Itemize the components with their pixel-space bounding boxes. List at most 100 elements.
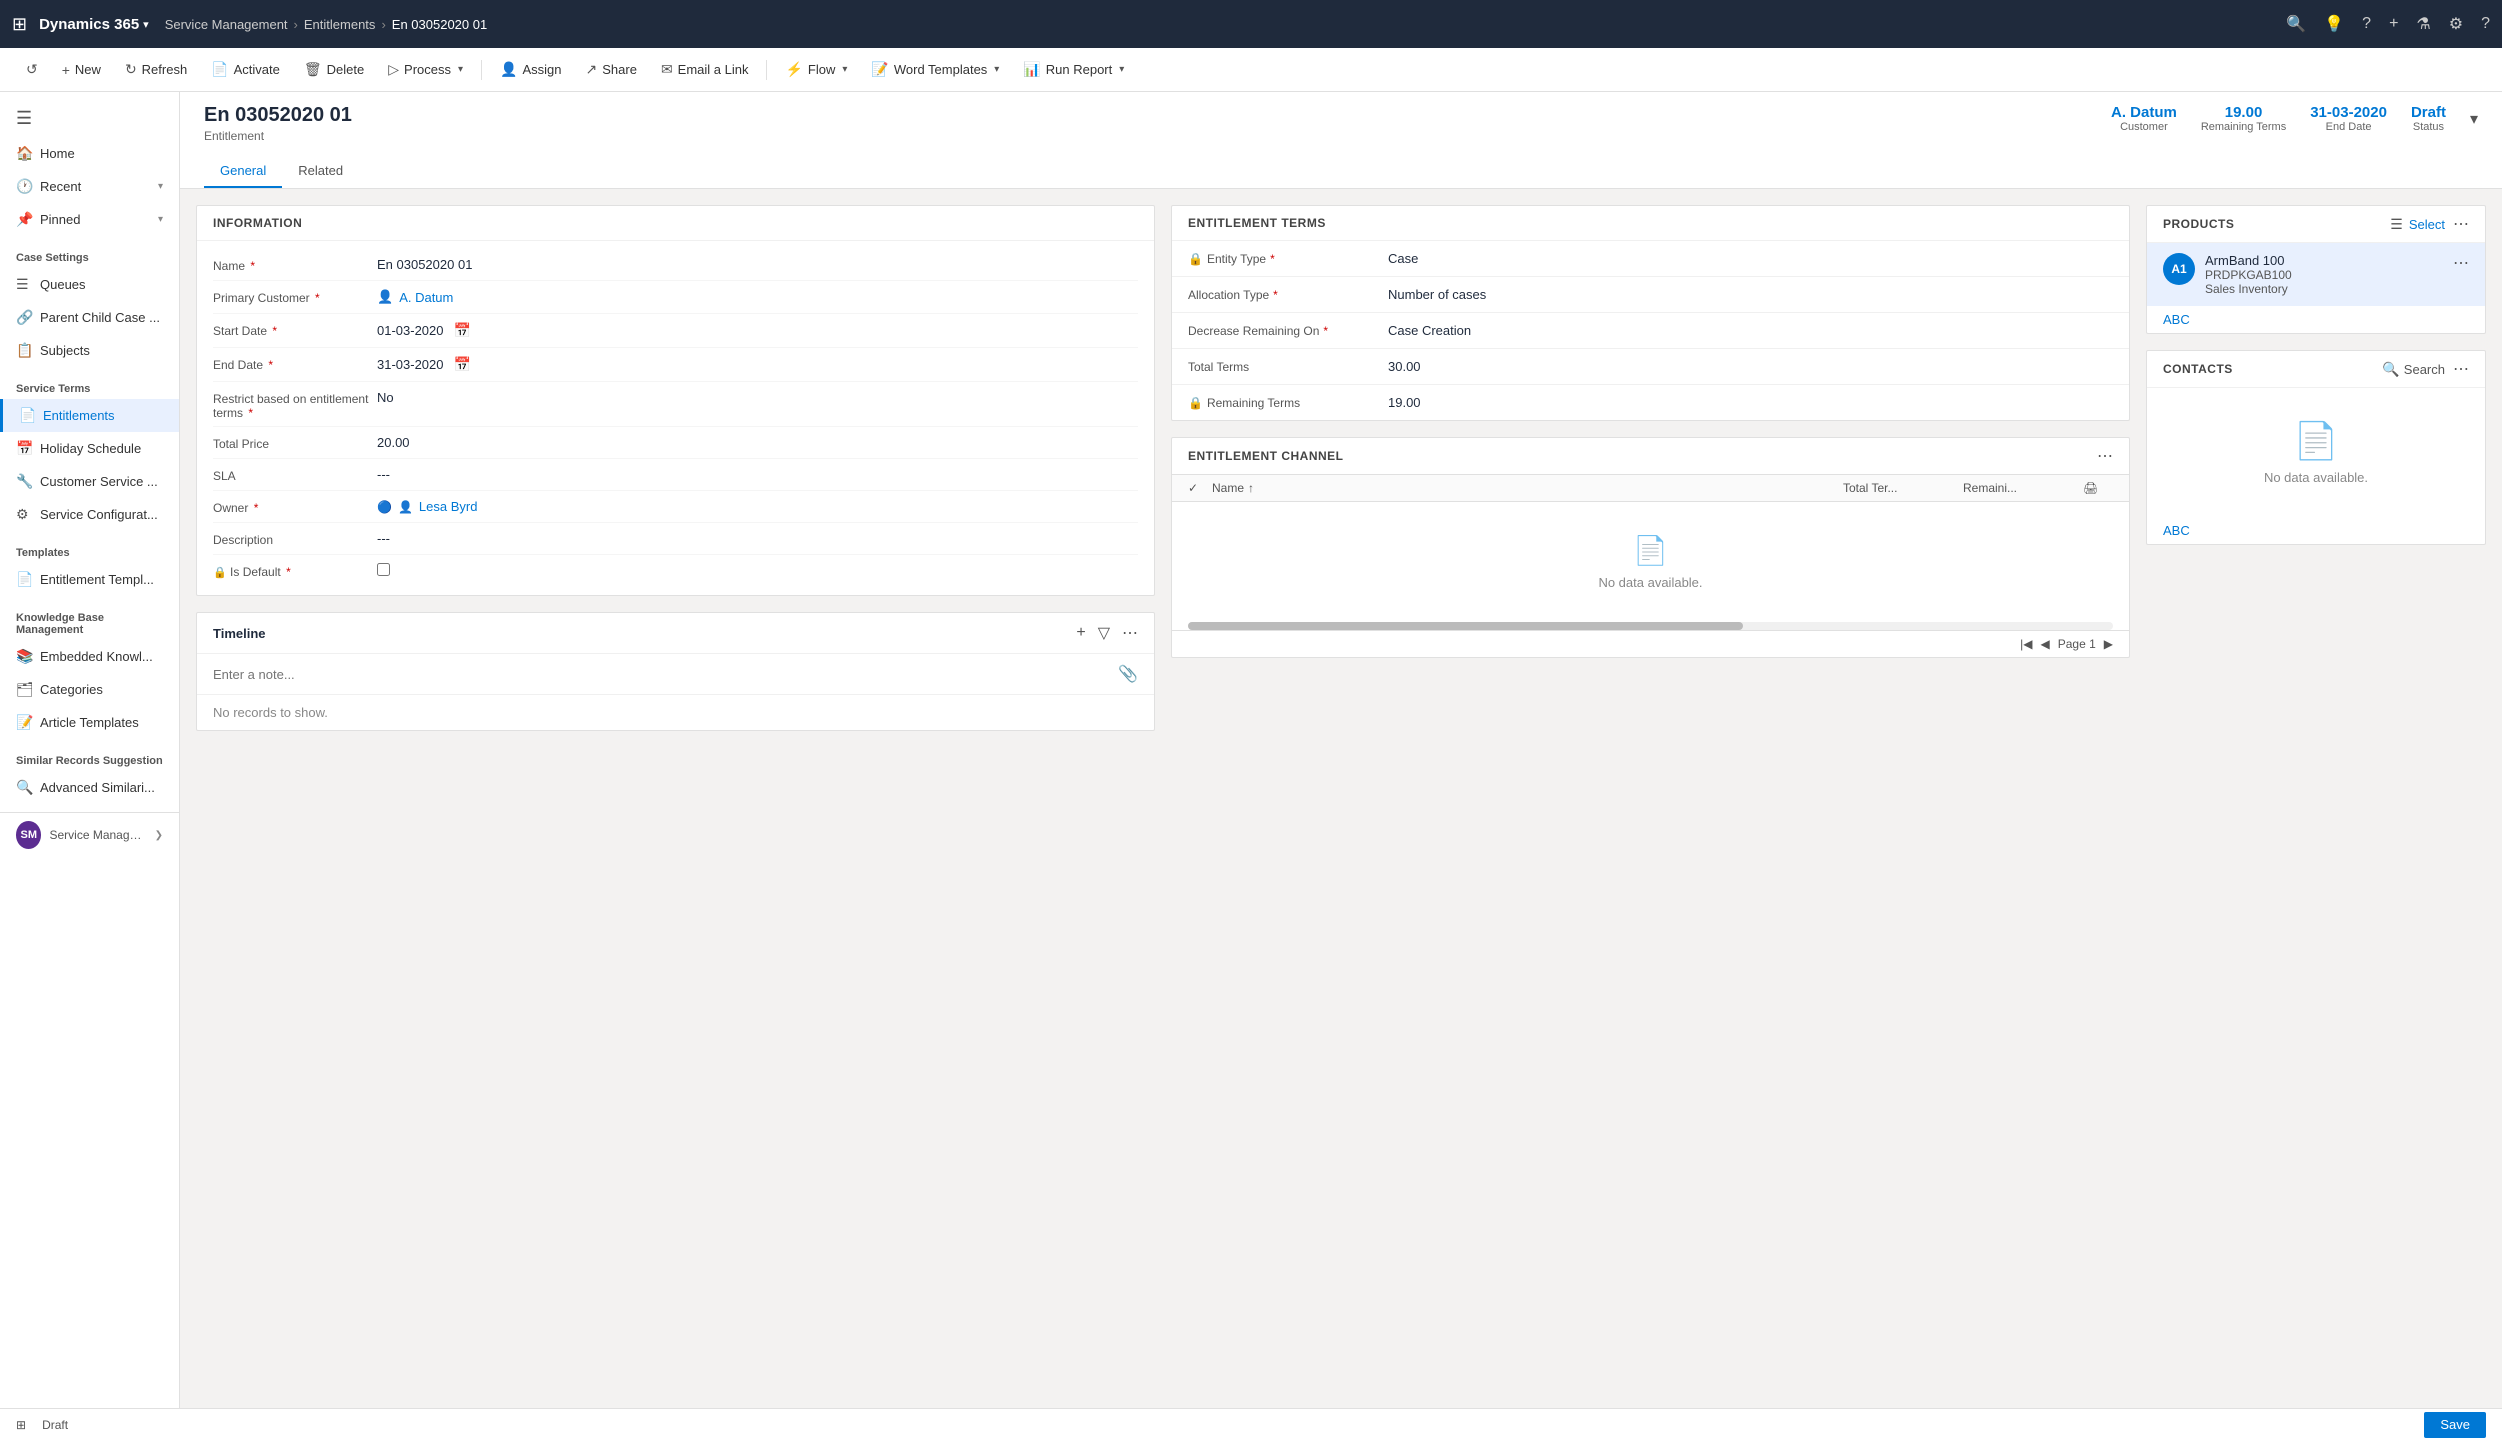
app-chevron-icon[interactable]: ▾ — [143, 18, 149, 31]
channel-prev-icon[interactable]: ◀ — [2040, 637, 2049, 651]
channel-scrollbar[interactable] — [1188, 622, 2113, 630]
information-header: INFORMATION — [197, 206, 1154, 241]
ent-value-entity-type[interactable]: Case — [1388, 251, 2113, 266]
sidebar-item-categories[interactable]: 🗂 Categories — [0, 673, 179, 706]
channel-first-icon[interactable]: |◀ — [2020, 637, 2032, 651]
start-date-text: 01-03-2020 — [377, 323, 444, 338]
sidebar-user-chevron[interactable]: ❯ — [155, 830, 163, 841]
contacts-search-icon[interactable]: 🔍 — [2382, 361, 2399, 378]
contacts-abc[interactable]: ABC — [2147, 517, 2485, 544]
tab-related[interactable]: Related — [282, 155, 359, 188]
field-is-default-value[interactable] — [373, 561, 1138, 581]
hamburger-menu[interactable]: ☰ — [0, 100, 179, 137]
sidebar-item-entitlement-templ[interactable]: 📄 Entitlement Templ... — [0, 563, 179, 596]
search-icon[interactable]: 🔍 — [2286, 14, 2306, 34]
field-primary-customer-value[interactable]: 👤 A. Datum — [373, 287, 1138, 307]
customer-link-icon: 👤 — [377, 289, 393, 305]
meta-customer-value[interactable]: A. Datum — [2111, 104, 2177, 121]
filter-icon[interactable]: ⚗ — [2416, 14, 2430, 34]
timeline-add-icon[interactable]: + — [1076, 624, 1085, 642]
field-owner-value[interactable]: 🔵 👤 Lesa Byrd — [373, 497, 1138, 516]
is-default-checkbox[interactable] — [377, 563, 390, 576]
process-button[interactable]: ▷ Process ▾ — [378, 57, 473, 82]
channel-total-col[interactable]: Total Ter... — [1843, 481, 1963, 495]
field-start-date-value[interactable]: 01-03-2020 📅 — [373, 320, 1138, 341]
ent-value-decrease-remaining[interactable]: Case Creation — [1388, 323, 2113, 338]
assign-button[interactable]: 👤 Assign — [490, 57, 571, 82]
sidebar-item-service-config[interactable]: ⚙ Service Configurat... — [0, 498, 179, 531]
tab-general[interactable]: General — [204, 155, 282, 188]
calendar-end-icon[interactable]: 📅 — [454, 356, 471, 373]
customer-name[interactable]: A. Datum — [399, 290, 453, 305]
help-icon[interactable]: ? — [2481, 15, 2490, 33]
sidebar-item-pinned[interactable]: 📌 Pinned ▾ — [0, 203, 179, 236]
channel-remain-col[interactable]: Remaini... — [1963, 481, 2083, 495]
attachment-icon[interactable]: 📎 — [1118, 664, 1138, 684]
refresh-button[interactable]: ↻ Refresh — [115, 57, 197, 82]
waffle-icon[interactable]: ⊞ — [12, 14, 27, 35]
field-sla-value[interactable]: --- — [373, 465, 1138, 484]
plus-icon[interactable]: + — [2389, 15, 2398, 33]
channel-next-icon[interactable]: ▶ — [2104, 637, 2113, 651]
timeline-note-input[interactable] — [213, 667, 1118, 682]
word-templates-button[interactable]: 📝 Word Templates ▾ — [861, 57, 1009, 82]
sidebar-item-queues[interactable]: ☰ Queues — [0, 268, 179, 301]
email-link-button[interactable]: ✉ Email a Link — [651, 57, 759, 82]
ent-value-allocation-type[interactable]: Number of cases — [1388, 287, 2113, 302]
flow-icon: ⚡ — [785, 61, 802, 78]
field-end-date: End Date * 31-03-2020 📅 — [213, 348, 1138, 382]
activate-button[interactable]: 📄 Activate — [201, 57, 290, 82]
sidebar-item-recent[interactable]: 🕐 Recent ▾ — [0, 170, 179, 203]
owner-name[interactable]: Lesa Byrd — [419, 499, 478, 514]
breadcrumb-entitlements[interactable]: Entitlements — [304, 17, 376, 32]
field-total-price-value[interactable]: 20.00 — [373, 433, 1138, 452]
history-button[interactable]: ↺ — [16, 57, 48, 82]
flow-button[interactable]: ⚡ Flow ▾ — [775, 57, 857, 82]
ent-value-remaining-terms[interactable]: 19.00 — [1388, 395, 2113, 410]
sidebar-item-advanced-similar[interactable]: 🔍 Advanced Similari... — [0, 771, 179, 804]
ent-value-total-terms[interactable]: 30.00 — [1388, 359, 2113, 374]
sidebar-item-home[interactable]: 🏠 Home — [0, 137, 179, 170]
sidebar-item-holiday-schedule[interactable]: 📅 Holiday Schedule — [0, 432, 179, 465]
product-more-icon[interactable]: ⋯ — [2453, 253, 2469, 273]
question-icon[interactable]: ? — [2362, 15, 2371, 33]
contacts-search-text[interactable]: Search — [2404, 362, 2445, 377]
timeline-filter-icon[interactable]: ▽ — [1098, 623, 1110, 643]
new-button[interactable]: + New — [52, 58, 111, 82]
channel-name-col[interactable]: Name ↑ — [1212, 481, 1843, 495]
share-button[interactable]: ↗ Share — [576, 57, 647, 82]
save-button[interactable]: Save — [2424, 1412, 2486, 1438]
channel-print-col[interactable]: 🖨 — [2083, 481, 2113, 495]
status-bar-expand-icon[interactable]: ⊞ — [16, 1418, 26, 1432]
products-abc[interactable]: ABC — [2147, 306, 2485, 333]
record-meta-expand-icon[interactable]: ▾ — [2470, 109, 2478, 129]
channel-more-icon[interactable]: ⋯ — [2097, 446, 2113, 466]
delete-button[interactable]: 🗑 Delete — [294, 57, 374, 82]
share-icon: ↗ — [586, 61, 598, 78]
status-bar-status: Draft — [42, 1418, 68, 1432]
sidebar-item-customer-service[interactable]: 🔧 Customer Service ... — [0, 465, 179, 498]
products-more-icon[interactable]: ⋯ — [2453, 214, 2469, 234]
field-description-value[interactable]: --- — [373, 529, 1138, 548]
products-list-icon: ☰ — [2390, 216, 2403, 233]
field-end-date-value[interactable]: 31-03-2020 📅 — [373, 354, 1138, 375]
field-restrict-value[interactable]: No — [373, 388, 1138, 407]
sidebar-service-terms: Service Terms 📄 Entitlements 📅 Holiday S… — [0, 375, 179, 531]
sidebar: ☰ 🏠 Home 🕐 Recent ▾ 📌 Pinned ▾ Case Sett… — [0, 92, 180, 1408]
sidebar-item-article-templates[interactable]: 📝 Article Templates — [0, 706, 179, 739]
lightbulb-icon[interactable]: 💡 — [2324, 14, 2344, 34]
contacts-more-icon[interactable]: ⋯ — [2453, 359, 2469, 379]
sidebar-item-embedded-knowl[interactable]: 📚 Embedded Knowl... — [0, 640, 179, 673]
calendar-start-icon[interactable]: 📅 — [454, 322, 471, 339]
products-select-button[interactable]: Select — [2409, 217, 2445, 232]
run-report-button[interactable]: 📊 Run Report ▾ — [1013, 57, 1134, 82]
breadcrumb-service-management[interactable]: Service Management — [165, 17, 288, 32]
sidebar-item-entitlements[interactable]: 📄 Entitlements — [0, 399, 179, 432]
timeline-more-icon[interactable]: ⋯ — [1122, 623, 1138, 643]
ent-field-allocation-type: Allocation Type * Number of cases — [1172, 277, 2129, 313]
settings-icon[interactable]: ⚙ — [2449, 14, 2463, 34]
sidebar-item-parent-child[interactable]: 🔗 Parent Child Case ... — [0, 301, 179, 334]
ent-label-allocation-type: Allocation Type * — [1188, 288, 1388, 302]
sidebar-item-subjects[interactable]: 📋 Subjects — [0, 334, 179, 367]
field-name-value[interactable]: En 03052020 01 — [373, 255, 1138, 274]
